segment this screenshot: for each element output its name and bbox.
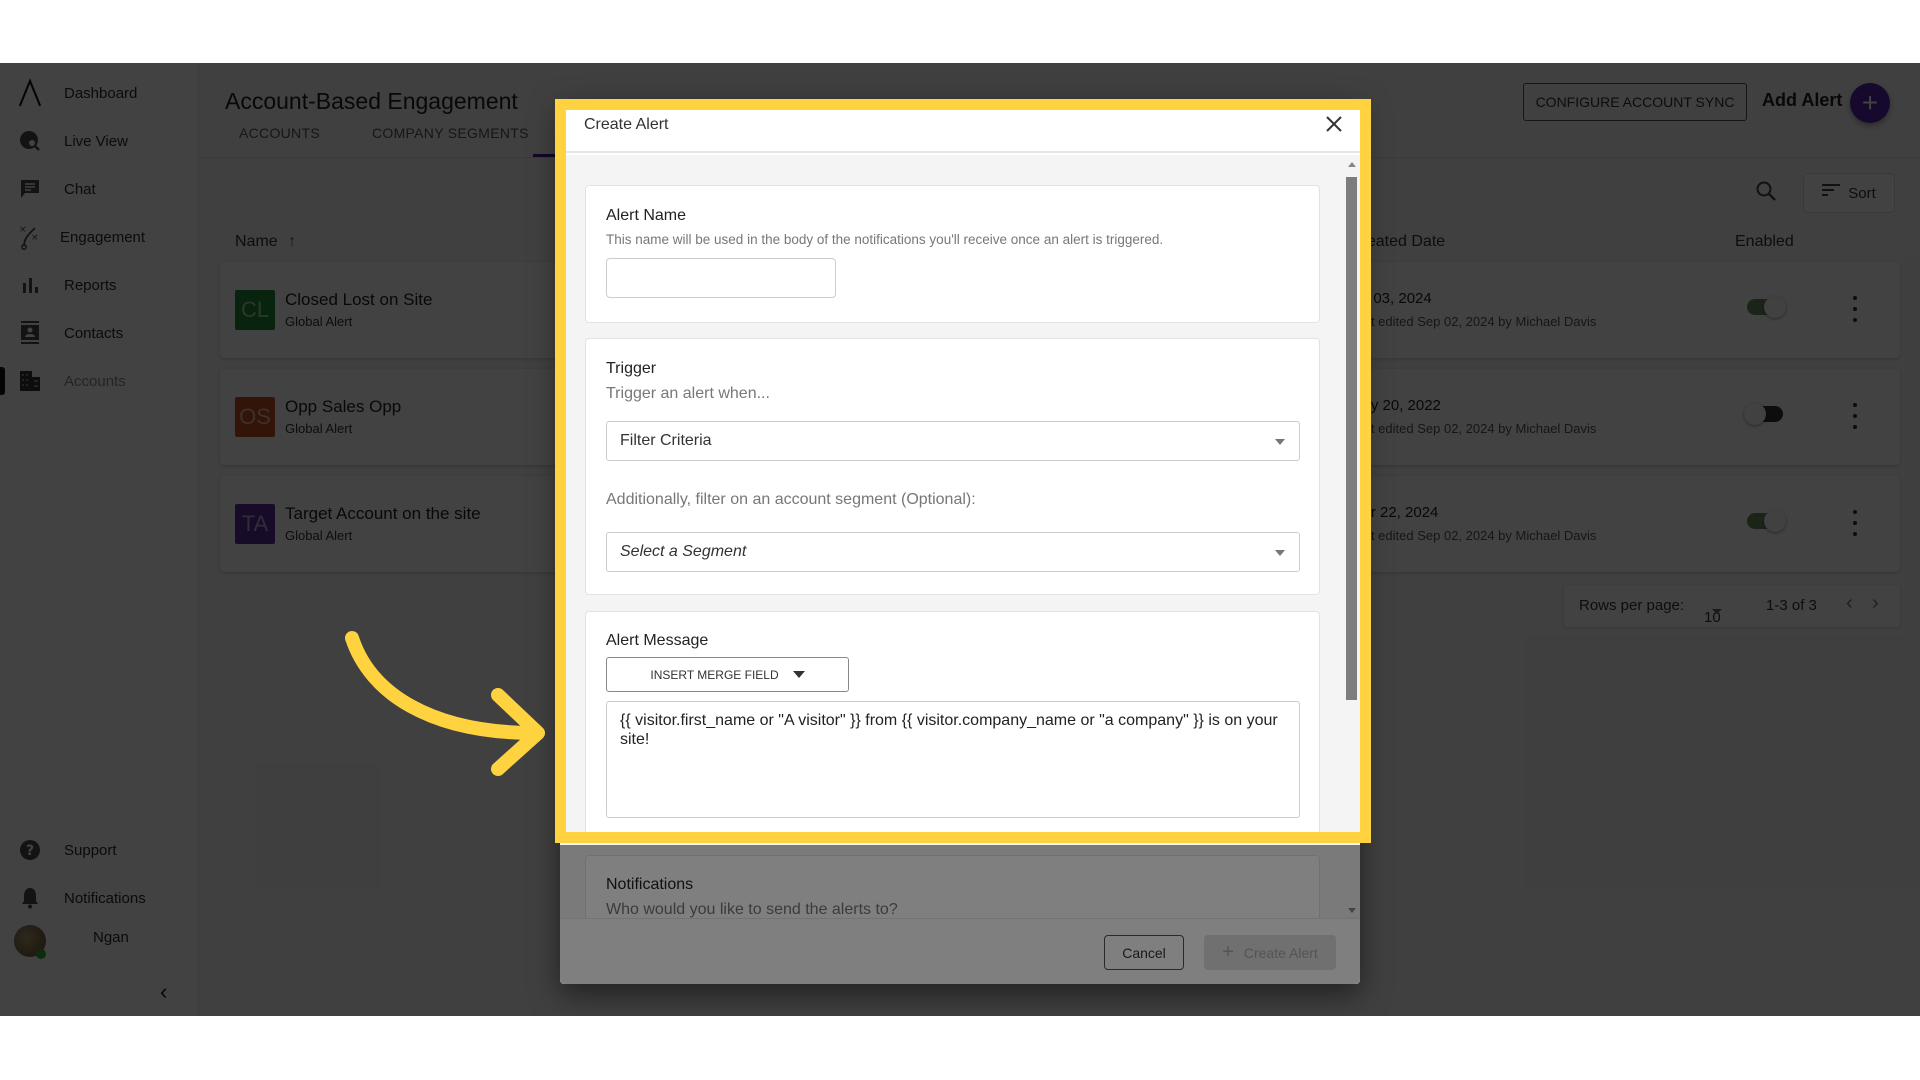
- alert-message-textarea[interactable]: {{ visitor.first_name or "A visitor" }} …: [606, 701, 1300, 818]
- alert-name-description: This name will be used in the body of th…: [606, 232, 1164, 247]
- alert-name-section: Alert Name This name will be used in the…: [585, 185, 1320, 323]
- chevron-down-icon: [1275, 550, 1285, 556]
- app-viewport: Dashboard Live View Chat ×× Engagement: [0, 63, 1920, 1016]
- create-alert-dialog: Create Alert Alert Name This name will b…: [560, 100, 1360, 984]
- alert-name-input[interactable]: [606, 258, 836, 298]
- chevron-down-icon: [1275, 439, 1285, 445]
- close-icon[interactable]: [1324, 114, 1346, 136]
- alert-message-label: Alert Message: [606, 632, 709, 649]
- alert-message-section: Alert Message INSERT MERGE FIELD {{ visi…: [585, 611, 1320, 840]
- notifications-label: Notifications: [606, 876, 694, 893]
- dialog-footer: Cancel + Create Alert: [560, 918, 1360, 984]
- scroll-down-arrow-icon[interactable]: [1348, 908, 1356, 913]
- alert-name-label: Alert Name: [606, 207, 687, 224]
- trigger-section: Trigger Trigger an alert when... Filter …: [585, 338, 1320, 595]
- scrollbar-thumb[interactable]: [1346, 177, 1357, 700]
- notifications-description: Who would you like to send the alerts to…: [606, 901, 898, 918]
- notifications-section: Notifications Who would you like to send…: [585, 855, 1320, 918]
- dialog-header: Create Alert: [560, 100, 1360, 153]
- trigger-type-select[interactable]: Filter Criteria: [606, 421, 1300, 461]
- cancel-button[interactable]: Cancel: [1104, 935, 1184, 970]
- trigger-description: Trigger an alert when...: [606, 385, 770, 402]
- segment-filter-label: Additionally, filter on an account segme…: [606, 491, 976, 508]
- dialog-body: Alert Name This name will be used in the…: [560, 155, 1360, 918]
- plus-icon: +: [1222, 941, 1234, 963]
- segment-select[interactable]: Select a Segment: [606, 532, 1300, 572]
- insert-merge-field-button[interactable]: INSERT MERGE FIELD: [606, 657, 849, 692]
- create-alert-button[interactable]: + Create Alert: [1204, 935, 1336, 970]
- dialog-title: Create Alert: [584, 116, 669, 133]
- scroll-up-arrow-icon[interactable]: [1348, 162, 1356, 167]
- trigger-label: Trigger: [606, 360, 657, 377]
- caret-down-icon: [792, 671, 805, 678]
